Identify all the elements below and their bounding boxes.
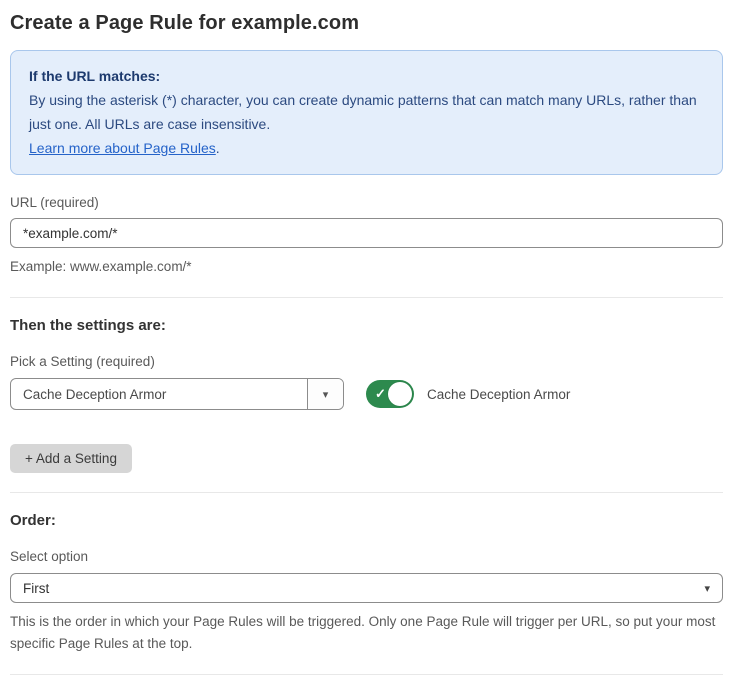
- url-field-helper: Example: www.example.com/*: [10, 256, 723, 278]
- setting-row: Cache Deception Armor ▾ ✓ Cache Deceptio…: [10, 378, 723, 410]
- section-divider: [10, 674, 723, 675]
- order-select[interactable]: First ▾: [10, 573, 723, 603]
- chevron-down-icon: ▾: [323, 388, 329, 401]
- url-field-label: URL (required): [10, 195, 723, 210]
- page-title: Create a Page Rule for example.com: [10, 12, 723, 35]
- create-page-rule-form: Create a Page Rule for example.com If th…: [0, 0, 750, 679]
- setting-toggle[interactable]: ✓: [366, 380, 414, 408]
- chevron-down-icon: ▾: [704, 582, 710, 595]
- check-icon: ✓: [375, 386, 386, 402]
- setting-toggle-label: Cache Deception Armor: [427, 387, 570, 402]
- section-divider: [10, 297, 723, 298]
- section-divider: [10, 492, 723, 493]
- info-box-heading: If the URL matches:: [29, 64, 704, 88]
- setting-dropdown-button[interactable]: ▾: [307, 379, 343, 409]
- setting-dropdown-value: Cache Deception Armor: [11, 379, 307, 409]
- pick-setting-label: Pick a Setting (required): [10, 354, 723, 369]
- add-setting-button[interactable]: + Add a Setting: [10, 444, 132, 473]
- toggle-knob: [388, 382, 412, 406]
- info-box-link-line: Learn more about Page Rules.: [29, 136, 704, 160]
- info-box-body: By using the asterisk (*) character, you…: [29, 88, 704, 136]
- order-helper-text: This is the order in which your Page Rul…: [10, 611, 723, 655]
- link-suffix: .: [216, 140, 220, 156]
- settings-section-heading: Then the settings are:: [10, 317, 723, 334]
- order-select-label: Select option: [10, 549, 723, 564]
- url-match-info-box: If the URL matches: By using the asteris…: [10, 50, 723, 175]
- order-select-value: First: [23, 581, 49, 596]
- order-section-heading: Order:: [10, 512, 723, 529]
- setting-dropdown[interactable]: Cache Deception Armor ▾: [10, 378, 344, 410]
- learn-more-link[interactable]: Learn more about Page Rules: [29, 140, 216, 156]
- url-input[interactable]: [10, 218, 723, 248]
